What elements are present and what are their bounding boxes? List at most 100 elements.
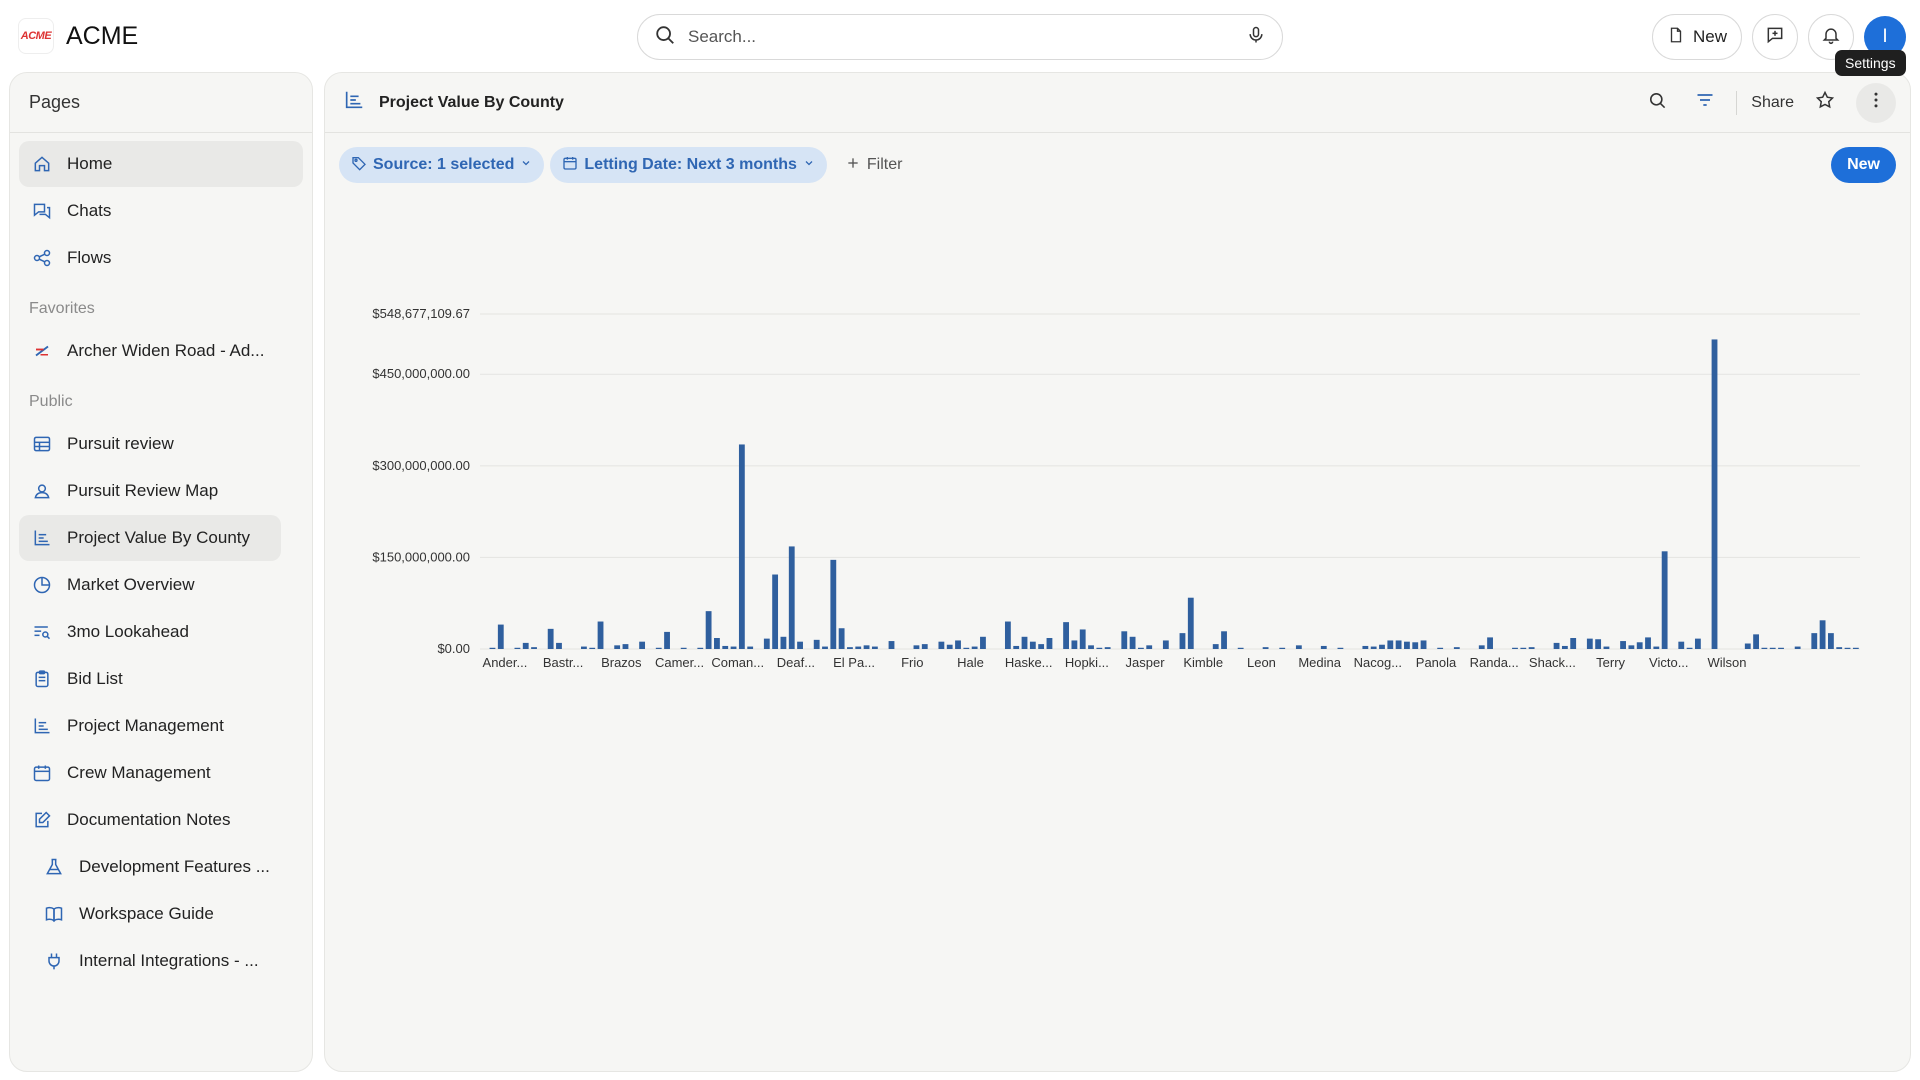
bar[interactable] [556,642,562,649]
bar[interactable] [1628,645,1635,649]
bar[interactable] [1794,646,1801,649]
bar[interactable] [1778,647,1784,649]
bar[interactable] [1811,633,1818,649]
bar[interactable] [547,628,554,649]
bar[interactable] [1237,647,1244,649]
brand[interactable]: ACME ACME [18,18,138,54]
bar[interactable] [780,636,787,649]
bar[interactable] [1088,645,1094,649]
sidebar-item-internal-integrations[interactable]: Internal Integrations - ... [19,938,303,984]
bar[interactable] [1645,637,1651,649]
bar[interactable] [1852,647,1859,649]
bar[interactable] [938,641,945,649]
bar[interactable] [1570,638,1577,649]
bar[interactable] [1453,647,1460,649]
bar[interactable] [1096,647,1103,649]
bar[interactable] [980,636,986,649]
bar[interactable] [747,646,754,649]
feedback-button[interactable] [1752,14,1798,60]
search-input[interactable] [688,27,1234,47]
bar[interactable] [522,642,529,649]
bar[interactable] [614,645,621,649]
bar[interactable] [1046,638,1053,649]
bar[interactable] [1753,634,1759,649]
microphone-icon[interactable] [1246,24,1266,51]
bar[interactable] [830,559,837,649]
bar[interactable] [738,444,745,649]
bar[interactable] [1561,645,1568,649]
bar[interactable] [1038,644,1045,649]
bar[interactable] [1221,631,1227,649]
bar[interactable] [1104,647,1111,649]
source-filter-chip[interactable]: Source: 1 selected [339,147,545,183]
bar[interactable] [597,621,604,649]
bar[interactable] [963,647,970,649]
sidebar-item-workspace-guide[interactable]: Workspace Guide [19,891,303,937]
bar[interactable] [1827,633,1834,649]
sidebar-item-development-features[interactable]: Development Features ... [19,844,303,890]
bar[interactable] [1262,647,1269,649]
bar[interactable] [664,631,670,649]
bar[interactable] [1512,647,1518,649]
settings-button[interactable] [1856,82,1896,123]
bar[interactable] [1603,646,1610,649]
sidebar-item-pursuit-review[interactable]: Pursuit review [19,421,303,467]
bar[interactable] [680,647,687,649]
bar[interactable] [971,646,978,649]
bar[interactable] [722,645,729,649]
share-button[interactable]: Share [1751,94,1794,112]
add-filter-button[interactable]: Filter [833,155,915,176]
bar[interactable] [531,647,537,649]
bar[interactable] [1320,645,1327,649]
bar[interactable] [1420,640,1427,649]
sidebar-item-project-management[interactable]: Project Management [19,703,303,749]
search-bar[interactable] [637,14,1283,60]
bar[interactable] [1187,597,1194,649]
bar[interactable] [1162,640,1169,649]
bar[interactable] [1121,631,1128,649]
bar[interactable] [1769,647,1776,649]
bar[interactable] [1137,647,1144,649]
bar[interactable] [1129,636,1136,649]
bar[interactable] [697,647,704,649]
bar[interactable] [1387,640,1394,649]
sidebar-item-3mo-lookahead[interactable]: 3mo Lookahead [19,609,303,655]
sidebar-item-market-overview[interactable]: Market Overview [19,562,303,608]
bar[interactable] [581,646,587,649]
bar[interactable] [1404,641,1410,649]
bar[interactable] [847,647,853,649]
bar[interactable] [1636,642,1643,649]
bar[interactable] [763,638,770,649]
bar[interactable] [1079,629,1086,649]
sidebar-item-project-value-by-county[interactable]: Project Value By County [19,515,281,561]
bar[interactable] [1370,646,1377,649]
bar[interactable] [655,647,662,649]
bar[interactable] [714,638,720,649]
new-page-button[interactable]: New [1651,14,1742,60]
bar[interactable] [1179,633,1186,649]
bar[interactable] [639,641,646,649]
bar[interactable] [1362,645,1369,649]
bar[interactable] [1063,622,1069,649]
bar[interactable] [1553,642,1560,649]
bar[interactable] [1653,646,1660,649]
bar[interactable] [705,611,712,649]
bar[interactable] [888,641,895,649]
bar[interactable] [921,644,928,649]
sidebar-item-flows[interactable]: Flows [19,235,303,281]
sidebar-item-documentation-notes[interactable]: Documentation Notes [19,797,303,843]
bar[interactable] [1595,639,1602,649]
bar[interactable] [1694,638,1701,649]
bar[interactable] [772,574,779,649]
bar[interactable] [1021,636,1028,649]
bar[interactable] [1437,647,1444,649]
bar[interactable] [1146,645,1153,649]
search-button[interactable] [1640,86,1674,120]
bar[interactable] [871,646,878,649]
bar[interactable] [622,644,629,649]
bar[interactable] [1586,638,1593,649]
bar[interactable] [730,646,737,649]
bar[interactable] [1678,641,1685,649]
bar[interactable] [1836,647,1843,649]
bar[interactable] [1337,647,1344,649]
